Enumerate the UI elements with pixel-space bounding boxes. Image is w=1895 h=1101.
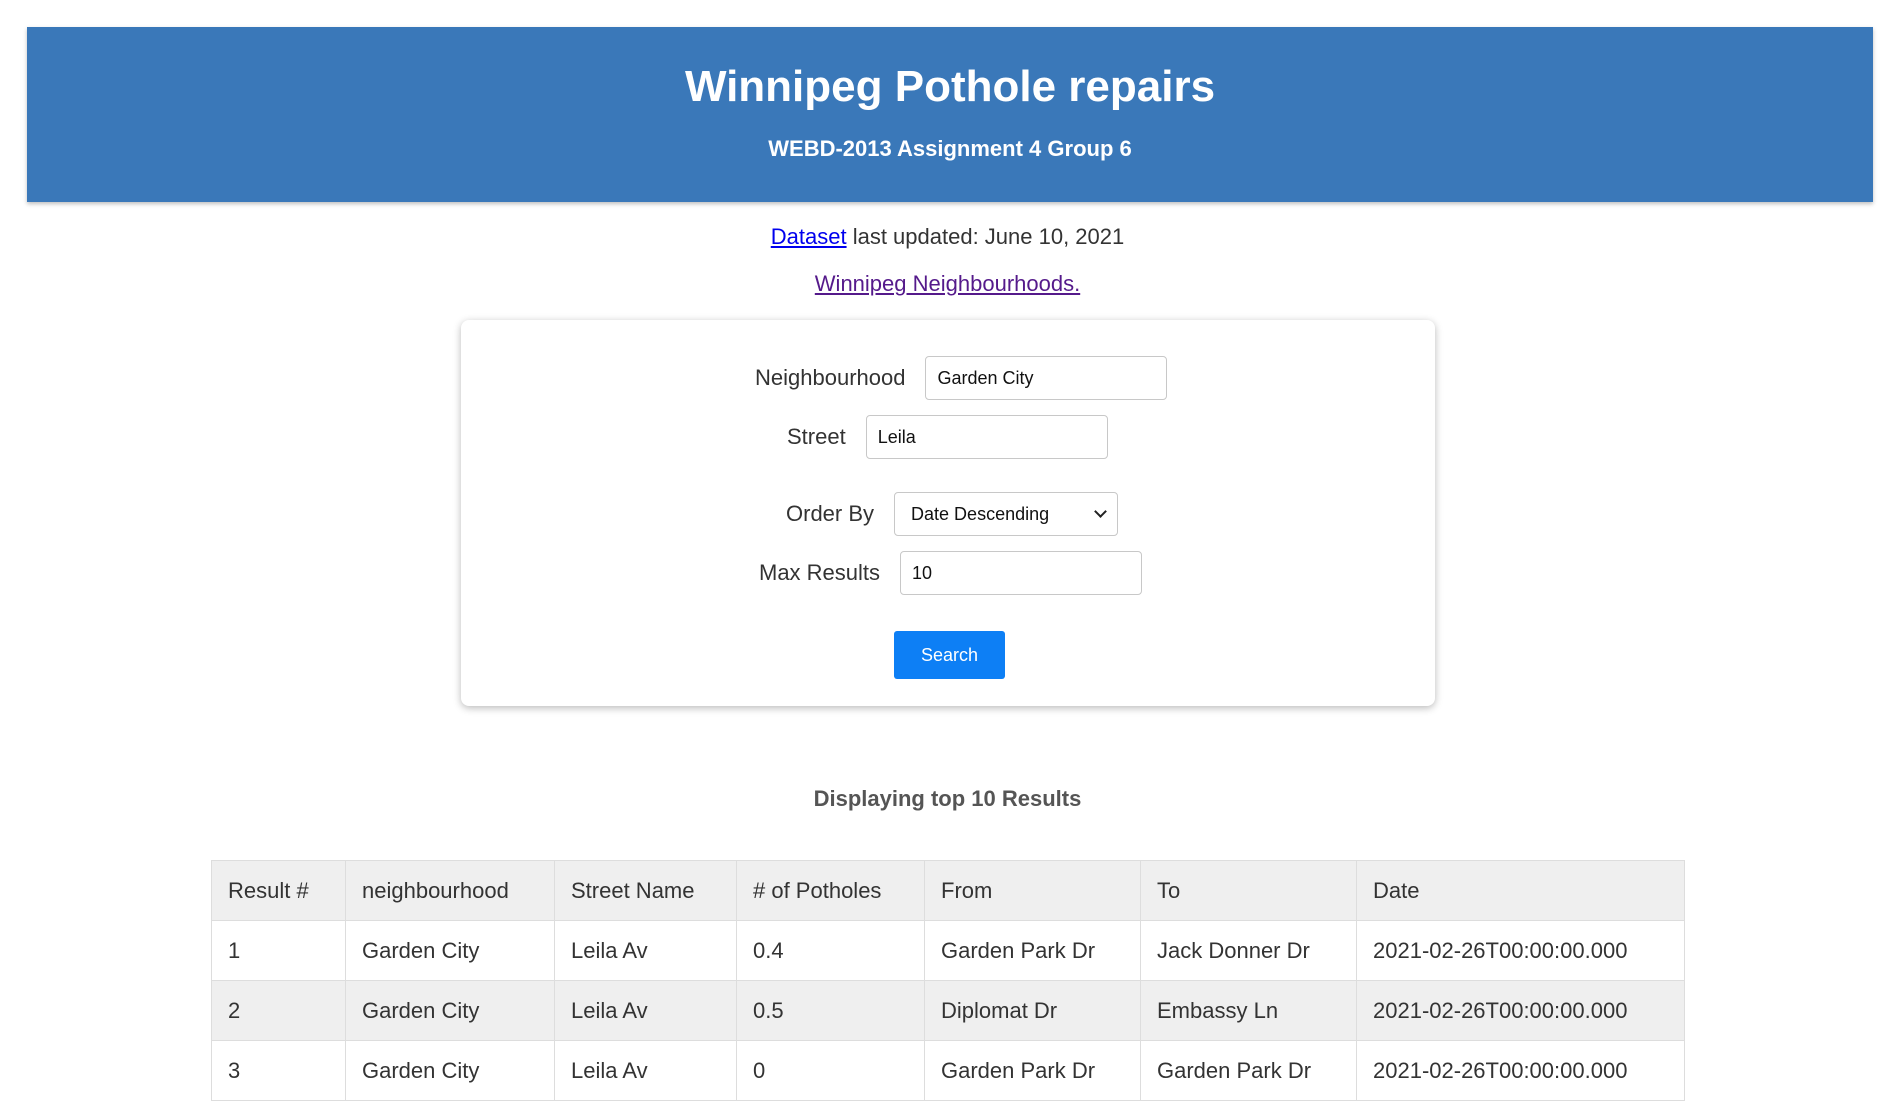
table-cell: Garden City bbox=[345, 1040, 555, 1101]
neighbourhood-input[interactable] bbox=[925, 356, 1168, 400]
table-row: 1 Garden City Leila Av 0.4 Garden Park D… bbox=[211, 920, 1685, 981]
table-cell: 0.4 bbox=[736, 920, 925, 981]
column-header: Date bbox=[1356, 860, 1685, 921]
column-header: Result # bbox=[211, 860, 346, 921]
page-title: Winnipeg Pothole repairs bbox=[684, 62, 1216, 111]
table-cell: Garden Park Dr bbox=[924, 920, 1141, 981]
order-by-select[interactable]: Date Descending bbox=[894, 492, 1119, 536]
table-cell: Leila Av bbox=[554, 1040, 737, 1101]
search-button[interactable]: Search bbox=[894, 631, 1005, 679]
table-cell: Jack Donner Dr bbox=[1140, 920, 1357, 981]
max-results-input[interactable] bbox=[900, 551, 1143, 595]
column-header: neighbourhood bbox=[345, 860, 555, 921]
table-cell: Garden City bbox=[345, 980, 555, 1041]
neighbourhood-label: Neighbourhood bbox=[755, 365, 906, 390]
table-cell: Garden Park Dr bbox=[924, 1040, 1141, 1101]
table-cell: 0.5 bbox=[736, 980, 925, 1041]
max-results-label: Max Results bbox=[759, 560, 881, 585]
table-cell: 2021-02-26T00:00:00.000 bbox=[1356, 980, 1685, 1041]
table-cell: 2021-02-26T00:00:00.000 bbox=[1356, 920, 1685, 981]
table-cell: 0 bbox=[736, 1040, 925, 1101]
neighbourhoods-link[interactable]: Winnipeg Neighbourhoods. bbox=[815, 271, 1080, 296]
table-cell: 2021-02-26T00:00:00.000 bbox=[1356, 1040, 1685, 1101]
table-cell: 1 bbox=[211, 920, 346, 981]
table-cell: 3 bbox=[211, 1040, 346, 1101]
table-cell: Leila Av bbox=[554, 920, 737, 981]
dataset-link[interactable]: Dataset bbox=[771, 224, 847, 249]
order-by-label: Order By bbox=[786, 501, 875, 526]
dataset-updated-text: last updated: June 10, 2021 bbox=[846, 224, 1125, 249]
search-form-card: Neighbourhood Street Order By Date Desce… bbox=[461, 320, 1435, 706]
column-header: From bbox=[924, 860, 1141, 921]
neighbourhoods-link-container: Winnipeg Neighbourhoods. bbox=[0, 271, 1895, 297]
table-row: 2 Garden City Leila Av 0.5 Diplomat Dr E… bbox=[211, 980, 1685, 1041]
street-row: Street bbox=[787, 415, 1108, 459]
dataset-info: Dataset last updated: June 10, 2021 bbox=[0, 224, 1895, 250]
order-by-value: Date Descending bbox=[911, 503, 1050, 524]
street-input[interactable] bbox=[865, 415, 1108, 459]
neighbourhood-row: Neighbourhood bbox=[755, 356, 1168, 400]
column-header: To bbox=[1140, 860, 1357, 921]
chevron-down-icon bbox=[1094, 505, 1107, 518]
table-cell: Garden City bbox=[345, 920, 555, 981]
results-table: Result # neighbourhood Street Name # of … bbox=[211, 860, 1685, 1101]
table-cell: Garden Park Dr bbox=[1140, 1040, 1357, 1101]
table-cell: Leila Av bbox=[554, 980, 737, 1041]
results-heading: Displaying top 10 Results bbox=[813, 786, 1082, 811]
table-header-row: Result # neighbourhood Street Name # of … bbox=[211, 860, 1685, 921]
table-cell: Embassy Ln bbox=[1140, 980, 1357, 1041]
table-cell: Diplomat Dr bbox=[924, 980, 1141, 1041]
table-cell: 2 bbox=[211, 980, 346, 1041]
column-header: # of Potholes bbox=[736, 860, 925, 921]
order-row: Order By Date Descending bbox=[786, 492, 1119, 536]
column-header: Street Name bbox=[554, 860, 737, 921]
page-header: Winnipeg Pothole repairs WEBD-2013 Assig… bbox=[27, 27, 1873, 202]
street-label: Street bbox=[787, 424, 846, 449]
table-row: 3 Garden City Leila Av 0 Garden Park Dr … bbox=[211, 1040, 1685, 1101]
page-subtitle: WEBD-2013 Assignment 4 Group 6 bbox=[768, 135, 1132, 161]
max-results-row: Max Results bbox=[759, 551, 1143, 595]
